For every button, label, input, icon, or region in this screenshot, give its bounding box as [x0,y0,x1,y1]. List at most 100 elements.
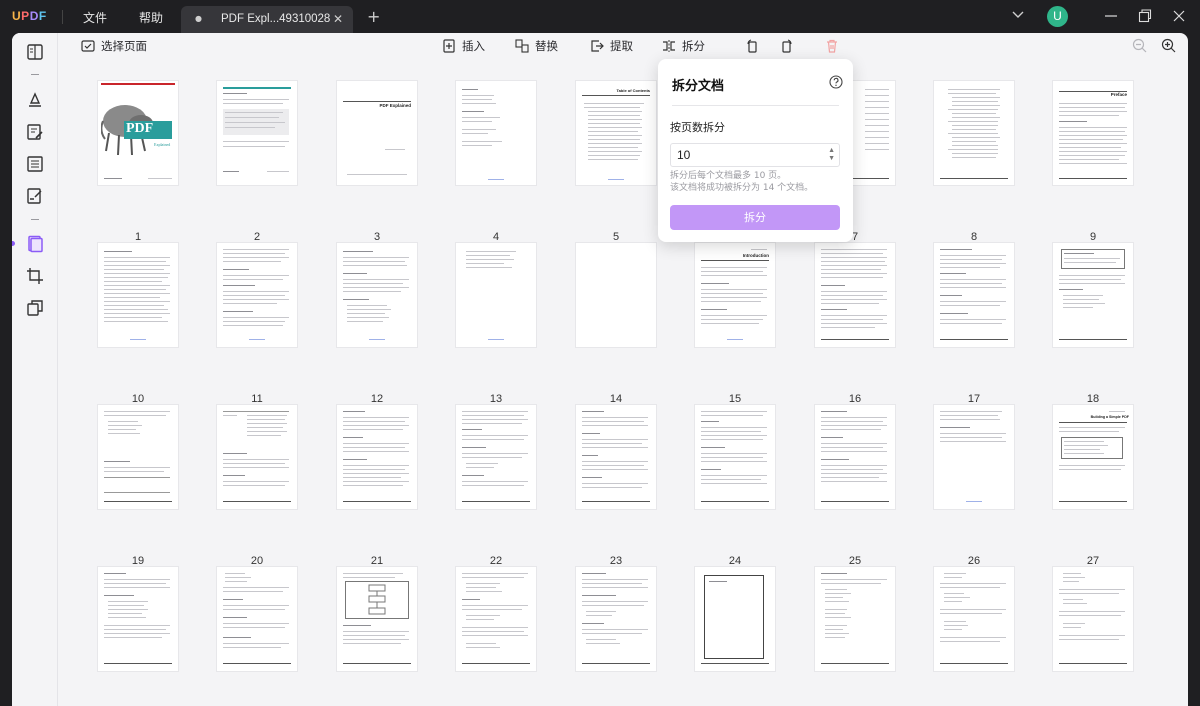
page-title-text: PDF Explained [379,103,411,108]
page-thumbnail[interactable] [217,567,297,671]
page-thumbnail[interactable] [1053,243,1133,347]
page-number: 8 [970,231,978,243]
split-button[interactable]: 拆分 [662,38,705,54]
insert-icon [443,39,455,53]
page-thumbnail[interactable] [98,405,178,509]
page-thumbnail[interactable] [576,243,656,347]
extract-label: 提取 [610,39,633,53]
page-thumbnail[interactable] [934,81,1014,185]
page-number: 12 [370,393,384,405]
page-thumbnail[interactable] [815,243,895,347]
minimize-icon[interactable] [1104,8,1118,24]
page-thumbnail[interactable] [576,405,656,509]
page-thumbnail[interactable] [934,567,1014,671]
page-number: 13 [489,393,503,405]
split-hint-line: 该文档将成功被拆分为 14 个文档。 [670,183,814,193]
replace-icon [515,39,529,53]
page-thumbnail[interactable] [815,567,895,671]
title-bar: UPDF 文件 帮助 ● PDF Expl...49310028 ✕ + U [0,0,1200,34]
page-thumbnail[interactable] [456,81,536,185]
rotate-right-icon[interactable] [780,39,794,53]
split-confirm-button[interactable]: 拆分 [670,205,840,230]
close-window-icon[interactable] [1172,8,1186,24]
page-thumbnail[interactable] [695,405,775,509]
page-thumbnail[interactable]: Preface [1053,81,1133,185]
popup-divider [672,105,839,106]
unsaved-dot-icon: ● [195,14,202,23]
stepper-arrows-icon[interactable]: ▲ ▼ [828,147,835,163]
crop-icon[interactable] [26,267,44,285]
split-icon [663,40,675,52]
rotate-left-icon[interactable] [745,39,759,53]
page-thumbnail[interactable] [456,405,536,509]
page-number: 19 [131,555,145,567]
extract-button[interactable]: 提取 [590,38,633,54]
delete-icon[interactable] [825,39,839,53]
page-thumbnail[interactable] [934,243,1014,347]
active-marker [12,241,15,246]
page-number: 2 [253,231,261,243]
updf-logo[interactable]: UPDF [12,9,47,23]
page-thumbnail[interactable] [98,567,178,671]
page-toolbar: 选择页面 插入 替换 提取 拆分 [59,33,1188,59]
new-tab-button[interactable]: + [367,7,380,26]
pages-per-document-input[interactable]: 10 ▲ ▼ [670,143,840,167]
page-thumbnail[interactable] [456,567,536,671]
page-tools-icon-active[interactable] [26,235,44,253]
page-thumbnail[interactable] [456,243,536,347]
menu-file[interactable]: 文件 [83,9,107,26]
fill-sign-icon[interactable] [26,187,44,205]
replace-button[interactable]: 替换 [515,38,558,54]
page-thumbnail[interactable]: Introduction [695,243,775,347]
document-tab[interactable]: ● PDF Expl...49310028 ✕ [181,6,353,34]
comment-icon[interactable] [26,91,44,109]
page-thumbnail[interactable] [576,567,656,671]
restore-icon[interactable] [1138,8,1152,24]
page-thumbnail[interactable] [217,405,297,509]
page-thumbnail[interactable] [98,243,178,347]
page-number: 25 [848,555,862,567]
tab-title: PDF Expl...49310028 [221,13,331,25]
zoom-out-icon[interactable] [1132,38,1147,53]
page-number: 20 [250,555,264,567]
page-number: 24 [728,555,742,567]
menu-help[interactable]: 帮助 [139,9,163,26]
split-document-popup: 拆分文档 按页数拆分 10 ▲ ▼ 拆分后每个文档最多 10 页。 该文档将成功被… [658,59,853,242]
user-avatar[interactable]: U [1047,6,1068,27]
toolbar-divider [31,74,39,75]
page-thumbnail[interactable]: Table of Contents [576,81,656,185]
page-number: 1 [134,231,142,243]
reader-icon[interactable] [26,43,44,61]
split-mode-label: 按页数拆分 [670,121,725,134]
page-thumbnail[interactable] [934,405,1014,509]
left-toolbar [12,33,58,706]
layers-icon[interactable] [26,299,44,317]
page-thumbnail[interactable]: PDF Explained [98,81,178,185]
page-thumbnail[interactable]: Building a Simple PDF [1053,405,1133,509]
page-thumbnail[interactable] [815,405,895,509]
insert-button[interactable]: 插入 [442,38,485,54]
flowchart-diagram-icon [345,581,409,619]
page-number: 14 [609,393,623,405]
page-thumbnail[interactable] [217,243,297,347]
page-thumbnail[interactable] [337,405,417,509]
close-tab-icon[interactable]: ✕ [333,12,343,26]
page-thumbnail[interactable] [695,567,775,671]
select-pages-label: 选择页面 [101,39,147,53]
chevron-down-icon[interactable] [1012,10,1024,20]
page-thumbnail[interactable] [337,243,417,347]
help-icon[interactable] [829,75,843,89]
cover-band [101,83,175,85]
divider [62,10,63,24]
page-thumbnail[interactable] [337,567,417,671]
organize-pages-icon[interactable] [26,155,44,173]
page-thumbnail[interactable] [1053,567,1133,671]
main-panel: 选择页面 插入 替换 提取 拆分 PDF Explained 1 2 PDF E… [12,33,1188,706]
split-hint: 拆分后每个文档最多 10 页。 该文档将成功被拆分为 14 个文档。 [670,170,845,194]
page-thumbnail[interactable]: PDF Explained [337,81,417,185]
page-thumbnail[interactable] [217,81,297,185]
page-number: 23 [609,555,623,567]
edit-icon[interactable] [26,123,44,141]
zoom-in-icon[interactable] [1161,38,1176,53]
select-pages-button[interactable]: 选择页面 [81,38,147,54]
